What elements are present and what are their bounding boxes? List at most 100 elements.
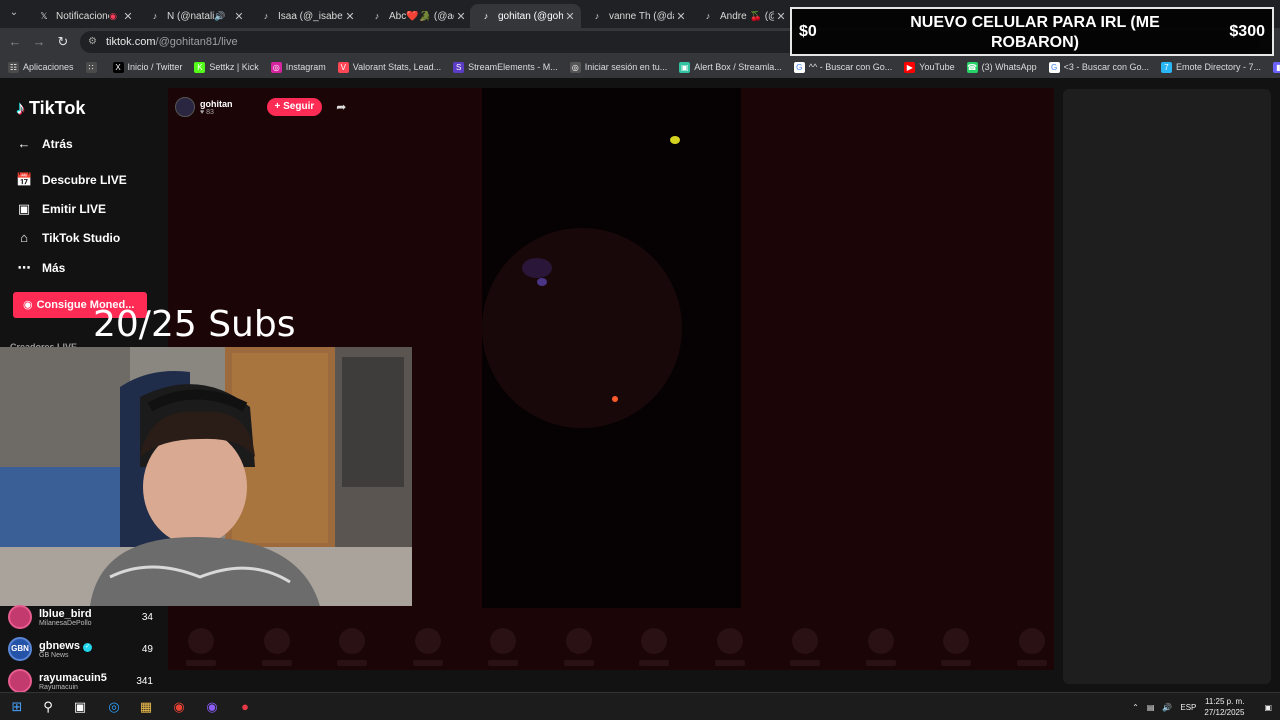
- edge-icon[interactable]: ◎: [105, 698, 123, 716]
- address-path: /@gohitan81/live: [155, 36, 238, 48]
- tab-close-icon[interactable]: ✕: [121, 10, 135, 23]
- gift-placeholder[interactable]: [337, 628, 367, 666]
- bookmark-item[interactable]: K Settkz | Kick: [194, 61, 259, 73]
- gift-icon: [565, 628, 592, 654]
- tab-abc[interactable]: ♪ Abc❤️🐊 (@acc ✕: [361, 4, 472, 28]
- avatar: GBN: [8, 637, 32, 661]
- gift-placeholder[interactable]: [1016, 628, 1047, 666]
- bookmark-item[interactable]: X Inicio / Twitter: [112, 61, 182, 73]
- share-icon[interactable]: ➦: [336, 100, 346, 114]
- bookmark-item[interactable]: G <3 - Buscar con Go...: [1048, 61, 1149, 73]
- tab-close-icon[interactable]: ✕: [454, 10, 468, 23]
- tab-vanne[interactable]: ♪ vanne Th (@darkv ✕: [581, 4, 692, 28]
- gift-placeholder[interactable]: [941, 628, 971, 666]
- calendar-live-icon: 📅: [16, 172, 33, 187]
- tiktok-logo[interactable]: ♪ TikTok: [16, 98, 85, 119]
- goal-current-amount: $0: [799, 23, 817, 40]
- gift-placeholder[interactable]: [563, 628, 594, 666]
- tiktok-icon: ♪: [483, 11, 489, 21]
- tab-close-icon[interactable]: ✕: [674, 10, 688, 23]
- sidebar-item-emitir-live[interactable]: ▣ Emitir LIVE: [16, 201, 106, 217]
- gift-placeholder[interactable]: [261, 628, 292, 666]
- tab-gohitan[interactable]: ♪ gohitan (@gohita ✕: [470, 4, 581, 28]
- sidebar-item-descubre-live[interactable]: 📅 Descubre LIVE: [16, 172, 127, 188]
- bookmark-item[interactable]: G ^^ - Buscar con Go...: [793, 61, 892, 73]
- gift-label-placeholder: [714, 660, 745, 666]
- tab-search-icon[interactable]: ⌄: [6, 5, 22, 21]
- bookmark-item[interactable]: ∷: [85, 61, 101, 73]
- gift-placeholder[interactable]: [488, 628, 518, 666]
- clock-date: 27/12/2025: [1204, 708, 1245, 717]
- reload-icon[interactable]: ↻: [54, 33, 72, 51]
- search-icon[interactable]: ⚲: [39, 698, 57, 716]
- tab-title: Abc❤️🐊 (@acc: [389, 10, 454, 22]
- bookmark-item[interactable]: V Valorant Stats, Lead...: [337, 61, 441, 73]
- speaker-icon[interactable]: 🔊: [214, 10, 226, 22]
- clock[interactable]: 11:25 p. m. 27/12/2025: [1204, 696, 1244, 718]
- tab-isaa[interactable]: ♪ Isaa (@_isabetanc ✕: [250, 4, 361, 28]
- leaderboard-row[interactable]: lblue_bird MilanesaDePollo 34: [8, 604, 153, 630]
- language-indicator[interactable]: ESP: [1180, 703, 1196, 712]
- tab-andre[interactable]: ♪ Andre 🍒 (@a ✕: [692, 4, 792, 28]
- back-arrow-icon[interactable]: ←: [6, 33, 24, 51]
- bookmark-label: (3) WhatsApp: [981, 62, 1037, 72]
- bookmark-item[interactable]: S StreamElements - M...: [453, 61, 558, 73]
- bookmark-item[interactable]: ◎ Instagram: [270, 61, 326, 73]
- obs-icon[interactable]: ◉: [203, 698, 221, 716]
- gift-placeholder[interactable]: [714, 628, 745, 666]
- streamelements-icon: S: [453, 61, 465, 73]
- tab-close-icon[interactable]: ✕: [774, 10, 788, 23]
- bookmark-label: <3 - Buscar con Go...: [1063, 62, 1149, 72]
- instagram-icon: ◎: [270, 61, 282, 73]
- sidebar-item-tiktok-studio[interactable]: ⌂ TikTok Studio: [16, 230, 120, 245]
- back-link[interactable]: ← Atrás: [16, 136, 73, 151]
- volume-icon[interactable]: 🔊: [1162, 703, 1172, 712]
- file-explorer-icon[interactable]: ▦: [137, 698, 155, 716]
- gift-label-placeholder: [337, 660, 367, 666]
- host-avatar[interactable]: [175, 97, 195, 117]
- tab-natalia[interactable]: ♪ N (@natalia_ 🔊 ✕: [139, 4, 250, 28]
- leaderboard-row[interactable]: rayumacuin5 Rayumacuin 341: [8, 668, 153, 694]
- bookmark-item[interactable]: ◎ Iniciar sesión en tu...: [569, 61, 667, 73]
- bookmark-item[interactable]: ▣ Alert Box / Streamla...: [679, 61, 782, 73]
- light-spot: [670, 136, 680, 144]
- host-likes: ♥ 83: [200, 108, 214, 116]
- bookmark-item[interactable]: ☎ (3) WhatsApp: [966, 61, 1037, 73]
- tab-close-icon[interactable]: ✕: [563, 10, 577, 23]
- sidebar-item-mas[interactable]: ⋯ Más: [16, 260, 66, 276]
- username-text: lblue_bird: [39, 607, 92, 620]
- live-video[interactable]: [482, 88, 741, 608]
- site-info-icon[interactable]: ⚙: [88, 31, 97, 53]
- host-name[interactable]: gohitan: [200, 99, 233, 109]
- gift-placeholder[interactable]: [639, 628, 669, 666]
- windows-start-icon[interactable]: ⊞: [8, 698, 26, 716]
- screen: ⌄ 𝕏 Notificaciones ◉ ✕ ♪ N (@natalia_ 🔊 …: [0, 0, 1280, 720]
- gift-placeholder[interactable]: [790, 628, 820, 666]
- tab-close-icon[interactable]: ✕: [232, 10, 246, 23]
- chevron-up-icon[interactable]: ⌃: [1132, 703, 1139, 712]
- tab-close-icon[interactable]: ✕: [343, 10, 357, 23]
- gift-icon: [716, 628, 743, 654]
- chrome-icon[interactable]: ◉: [170, 698, 188, 716]
- leaderboard-row[interactable]: GBN gbnews ✓ GB News 49: [8, 636, 153, 662]
- back-label: Atrás: [42, 136, 73, 151]
- bookmark-item[interactable]: ▶ YouTube: [904, 61, 955, 73]
- gift-label-placeholder: [1016, 660, 1047, 666]
- task-view-icon[interactable]: ▣: [71, 698, 89, 716]
- tab-title: Notificaciones: [56, 10, 109, 22]
- app-icon[interactable]: ●: [236, 698, 254, 716]
- tab-notificaciones[interactable]: 𝕏 Notificaciones ◉ ✕: [28, 4, 139, 28]
- gift-placeholder[interactable]: [186, 628, 216, 666]
- recording-indicator-icon: ◉: [109, 10, 117, 21]
- bookmark-item[interactable]: ▮BOG, 03/12/2023: [1273, 61, 1280, 73]
- bookmark-item[interactable]: 7 Emote Directory - 7...: [1160, 61, 1261, 73]
- follow-button[interactable]: + Seguir: [266, 98, 323, 116]
- gift-placeholder[interactable]: [865, 628, 896, 666]
- forward-arrow-icon[interactable]: →: [30, 33, 48, 51]
- gift-bar: [186, 628, 1047, 668]
- webcam-overlay: [0, 347, 412, 606]
- gift-placeholder[interactable]: [412, 628, 443, 666]
- bookmark-item[interactable]: ☷ Aplicaciones: [8, 61, 74, 73]
- network-icon[interactable]: ▤: [1147, 703, 1155, 712]
- notifications-icon[interactable]: ▣: [1264, 703, 1272, 712]
